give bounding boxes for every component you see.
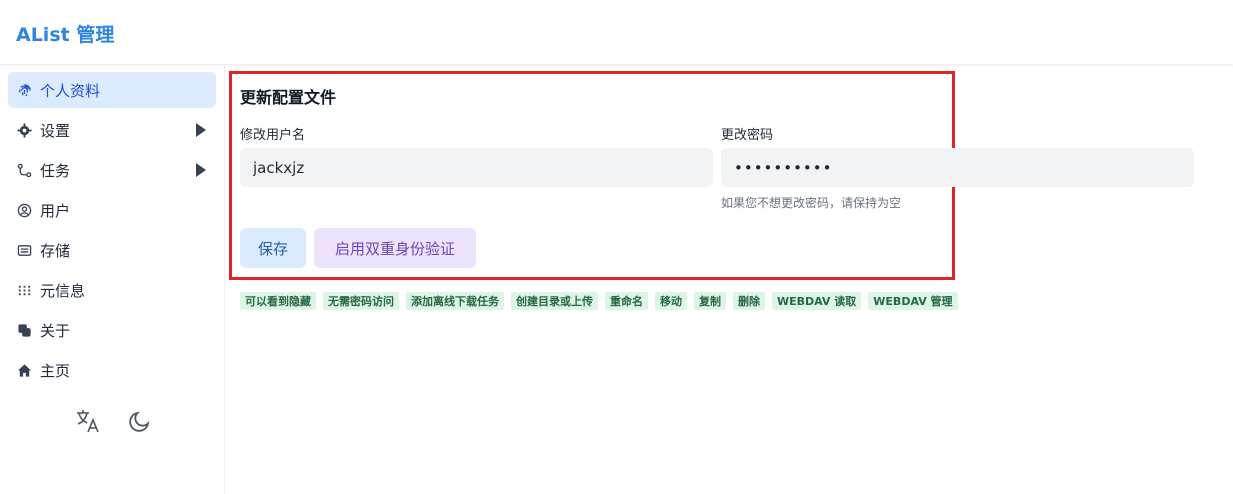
home-icon (16, 362, 32, 378)
user-circle-icon (16, 202, 32, 218)
sidebar-item-label: 元信息 (40, 281, 86, 300)
route-icon (16, 162, 32, 178)
permission-badge: 复制 (694, 292, 726, 310)
sidebar-item-about[interactable]: 关于 (8, 312, 216, 348)
gear-icon (16, 122, 32, 138)
sidebar-item-meta[interactable]: 元信息 (8, 272, 216, 308)
password-hint: 如果您不想更改密码，请保持为空 (721, 196, 902, 210)
permission-badge: 无需密码访问 (323, 292, 399, 310)
form-title: 更新配置文件 (240, 88, 337, 107)
app-title[interactable]: AList 管理 (16, 20, 114, 47)
permission-badge: WEBDAV 管理 (868, 292, 958, 310)
username-input[interactable] (240, 148, 713, 187)
save-button[interactable]: 保存 (240, 228, 306, 268)
password-label: 更改密码 (721, 128, 774, 143)
moon-icon[interactable] (124, 405, 156, 437)
sidebar-item-settings[interactable]: 设置 (8, 112, 216, 148)
sidebar-item-profile[interactable]: 个人资料 (8, 72, 216, 108)
expand-caret-icon (196, 123, 206, 137)
permission-badge: WEBDAV 读取 (772, 292, 862, 310)
permission-badge: 可以看到隐藏 (240, 292, 316, 310)
enable-2fa-button[interactable]: 启用双重身份验证 (314, 228, 476, 268)
sidebar-item-label: 用户 (40, 201, 71, 220)
username-label: 修改用户名 (240, 128, 306, 143)
copy-squares-icon (16, 322, 32, 338)
permission-badge: 重命名 (605, 292, 648, 310)
sidebar-item-label: 关于 (40, 321, 71, 340)
sidebar-item-users[interactable]: 用户 (8, 192, 216, 228)
sidebar-item-label: 个人资料 (40, 81, 101, 100)
sidebar-item-tasks[interactable]: 任务 (8, 152, 216, 188)
fingerprint-icon (16, 82, 32, 98)
sidebar: 个人资料 设置 任务 用户 存储 元信息 关于 主页 (0, 65, 225, 494)
sidebar-item-label: 任务 (40, 161, 71, 180)
permission-badge: 创建目录或上传 (511, 292, 598, 310)
permission-badge: 添加离线下载任务 (406, 292, 504, 310)
sidebar-item-home[interactable]: 主页 (8, 352, 216, 388)
sidebar-item-label: 设置 (40, 121, 71, 140)
storage-icon (16, 242, 32, 258)
meta-grid-icon (16, 282, 32, 298)
sidebar-item-label: 主页 (40, 361, 71, 380)
password-input[interactable] (721, 148, 1194, 187)
expand-caret-icon (196, 163, 206, 177)
sidebar-tools (72, 405, 156, 437)
translate-icon[interactable] (72, 405, 104, 437)
permission-badge: 删除 (733, 292, 765, 310)
permission-badge: 移动 (655, 292, 687, 310)
sidebar-item-label: 存储 (40, 241, 71, 260)
top-header: AList 管理 (0, 0, 1233, 64)
permission-badges: 可以看到隐藏 无需密码访问 添加离线下载任务 创建目录或上传 重命名 移动 复制… (240, 292, 958, 310)
sidebar-item-storage[interactable]: 存储 (8, 232, 216, 268)
